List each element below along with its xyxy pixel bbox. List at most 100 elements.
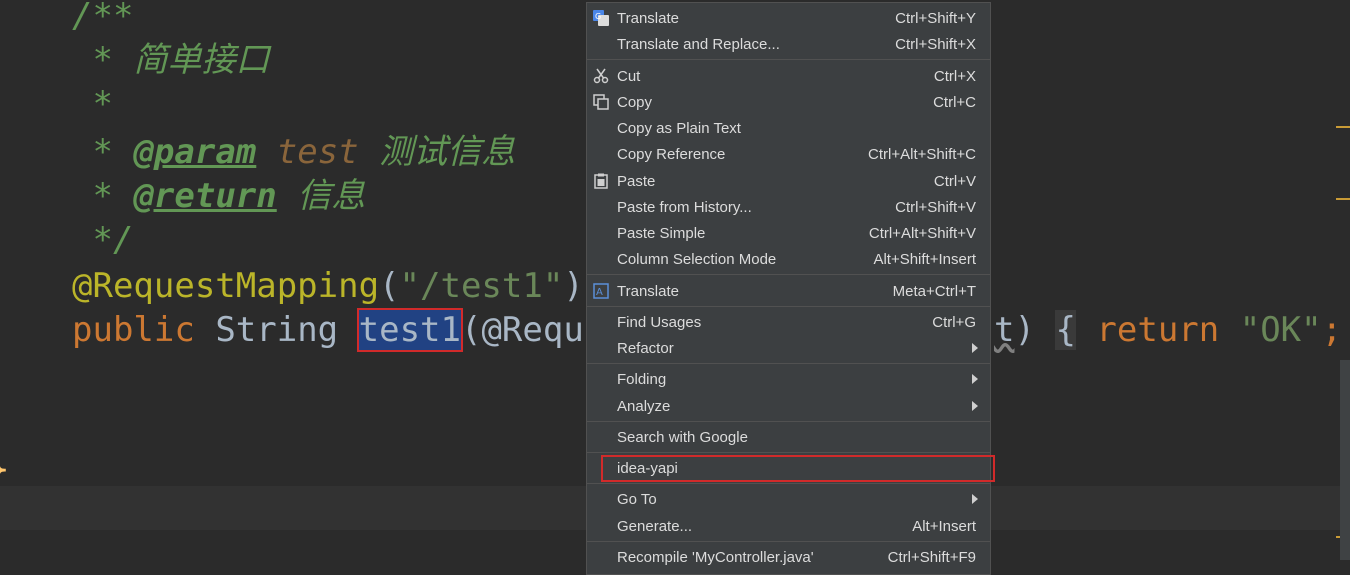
menu-item-shortcut: Ctrl+Shift+Y xyxy=(895,10,976,27)
menu-item-shortcut: Alt+Shift+Insert xyxy=(873,251,976,268)
params-end: t xyxy=(994,310,1015,350)
menu-item-paste[interactable]: Paste Ctrl+V xyxy=(587,168,990,194)
menu-item-refactor[interactable]: Refactor xyxy=(587,335,990,361)
menu-item-recompile[interactable]: Recompile 'MyController.java' Ctrl+Shift… xyxy=(587,544,990,570)
context-menu: G Translate Ctrl+Shift+Y Translate and R… xyxy=(586,2,991,575)
svg-text:G: G xyxy=(595,12,601,21)
type-string: String xyxy=(215,310,339,350)
menu-item-copy-reference[interactable]: Copy Reference Ctrl+Alt+Shift+C xyxy=(587,141,990,167)
menu-item-label: Copy Reference xyxy=(617,146,726,163)
menu-item-label: Paste Simple xyxy=(617,225,706,242)
doc-comment-param-line: * @param test 测试信息 xyxy=(72,130,515,174)
menu-item-paste-simple[interactable]: Paste Simple Ctrl+Alt+Shift+V xyxy=(587,220,990,246)
menu-item-copy[interactable]: Copy Ctrl+C xyxy=(587,89,990,115)
param-tag: @param xyxy=(133,132,257,172)
menu-item-label: Paste xyxy=(617,173,656,190)
menu-separator xyxy=(587,306,990,307)
error-stripe-mark[interactable] xyxy=(1336,126,1350,128)
menu-item-label: Analyze xyxy=(617,398,671,415)
scissors-icon xyxy=(593,68,609,84)
doc-summary: 简单接口 xyxy=(133,40,270,80)
method-name-selected[interactable]: test1 xyxy=(356,308,463,352)
menu-item-shortcut: Ctrl+Alt+Shift+V xyxy=(868,225,976,242)
method-signature-line-end: t) { return "OK"; xyxy=(994,308,1342,352)
menu-separator xyxy=(587,541,990,542)
menu-item-translate-and-replace[interactable]: Translate and Replace... Ctrl+Shift+X xyxy=(587,31,990,57)
menu-item-shortcut: Ctrl+G xyxy=(932,314,976,331)
menu-item-search-with-google[interactable]: Search with Google xyxy=(587,424,990,450)
menu-item-label: Find Usages xyxy=(617,314,702,331)
menu-item-label: Paste from History... xyxy=(617,199,752,216)
menu-item-cut[interactable]: Cut Ctrl+X xyxy=(587,63,990,89)
return-value: "OK" xyxy=(1239,310,1322,350)
menu-separator xyxy=(587,363,990,364)
doc-star: * xyxy=(92,40,113,80)
google-translate-icon: G xyxy=(593,10,609,26)
menu-item-generate[interactable]: Generate... Alt+Insert xyxy=(587,513,990,539)
annotation-paren-close: ) xyxy=(563,266,584,306)
menu-item-shortcut: Ctrl+C xyxy=(933,94,976,111)
menu-item-label: Cut xyxy=(617,68,641,85)
annotation-name: @RequestMapping xyxy=(72,266,380,306)
doc-comment-close: */ xyxy=(92,220,134,260)
submenu-arrow-icon xyxy=(972,374,978,384)
svg-text:A: A xyxy=(596,287,603,298)
menu-item-analyze[interactable]: Analyze xyxy=(587,393,990,419)
return-tag: @return xyxy=(133,176,277,216)
doc-comment-close-line: */ xyxy=(72,218,133,262)
class-closing-brace: } xyxy=(0,446,10,492)
params-start: (@Requ xyxy=(460,310,584,350)
menu-item-paste-from-history[interactable]: Paste from History... Ctrl+Shift+V xyxy=(587,194,990,220)
doc-comment-empty-line: * xyxy=(72,82,113,126)
menu-item-label: Copy as Plain Text xyxy=(617,120,741,137)
semicolon: ; xyxy=(1321,310,1343,350)
menu-item-shortcut: Alt+Insert xyxy=(912,518,976,535)
submenu-arrow-icon xyxy=(972,494,978,504)
menu-item-label: Copy xyxy=(617,94,653,111)
menu-separator xyxy=(587,483,990,484)
menu-separator xyxy=(587,59,990,60)
menu-item-label: Translate xyxy=(617,10,679,27)
brace-open: { xyxy=(1055,310,1076,350)
menu-item-label: Folding xyxy=(617,371,667,388)
doc-star: * xyxy=(92,84,113,124)
menu-item-shortcut: Ctrl+Alt+Shift+C xyxy=(868,146,976,163)
doc-star: * xyxy=(92,176,113,216)
menu-item-shortcut: Ctrl+Shift+X xyxy=(895,36,976,53)
menu-separator xyxy=(587,274,990,275)
menu-item-folding[interactable]: Folding xyxy=(587,366,990,392)
menu-item-shortcut: Ctrl+Shift+F9 xyxy=(887,549,976,566)
submenu-arrow-icon xyxy=(972,401,978,411)
doc-star: * xyxy=(92,132,113,172)
clipboard-icon xyxy=(593,173,609,189)
menu-item-label: Column Selection Mode xyxy=(617,251,777,268)
menu-item-shortcut: Ctrl+V xyxy=(933,173,976,190)
translate-icon: A xyxy=(593,283,609,299)
menu-item-translate-plugin[interactable]: A Translate Meta+Ctrl+T xyxy=(587,278,990,304)
menu-item-go-to[interactable]: Go To xyxy=(587,486,990,512)
param-description: 测试信息 xyxy=(379,132,516,172)
menu-item-copy-as-plain-text[interactable]: Copy as Plain Text xyxy=(587,115,990,141)
menu-item-shortcut: Meta+Ctrl+T xyxy=(892,283,976,300)
method-signature-line: public String test1(@Requ xyxy=(72,308,584,352)
doc-comment-summary-line: * 简单接口 xyxy=(72,38,269,82)
error-stripe-mark[interactable] xyxy=(1336,198,1350,200)
return-description: 信息 xyxy=(297,176,366,216)
menu-item-label: Search with Google xyxy=(617,429,748,446)
menu-item-label: Go To xyxy=(617,491,657,508)
menu-item-label: Generate... xyxy=(617,518,693,535)
menu-item-column-selection-mode[interactable]: Column Selection Mode Alt+Shift+Insert xyxy=(587,246,990,272)
annotation-line: @RequestMapping("/test1") xyxy=(72,264,584,308)
menu-item-translate[interactable]: G Translate Ctrl+Shift+Y xyxy=(587,5,990,31)
menu-item-label: Translate and Replace... xyxy=(617,36,780,53)
param-name: test xyxy=(276,132,359,172)
submenu-arrow-icon xyxy=(972,343,978,353)
menu-item-find-usages[interactable]: Find Usages Ctrl+G xyxy=(587,309,990,335)
menu-item-label: Translate xyxy=(617,283,679,300)
copy-icon xyxy=(593,94,609,110)
params-close: ) xyxy=(1014,310,1035,350)
scrollbar-thumb[interactable] xyxy=(1340,360,1350,560)
annotation-paren-open: ( xyxy=(379,266,400,306)
doc-comment-open: /** xyxy=(72,0,134,36)
keyword-return: return xyxy=(1096,310,1220,350)
